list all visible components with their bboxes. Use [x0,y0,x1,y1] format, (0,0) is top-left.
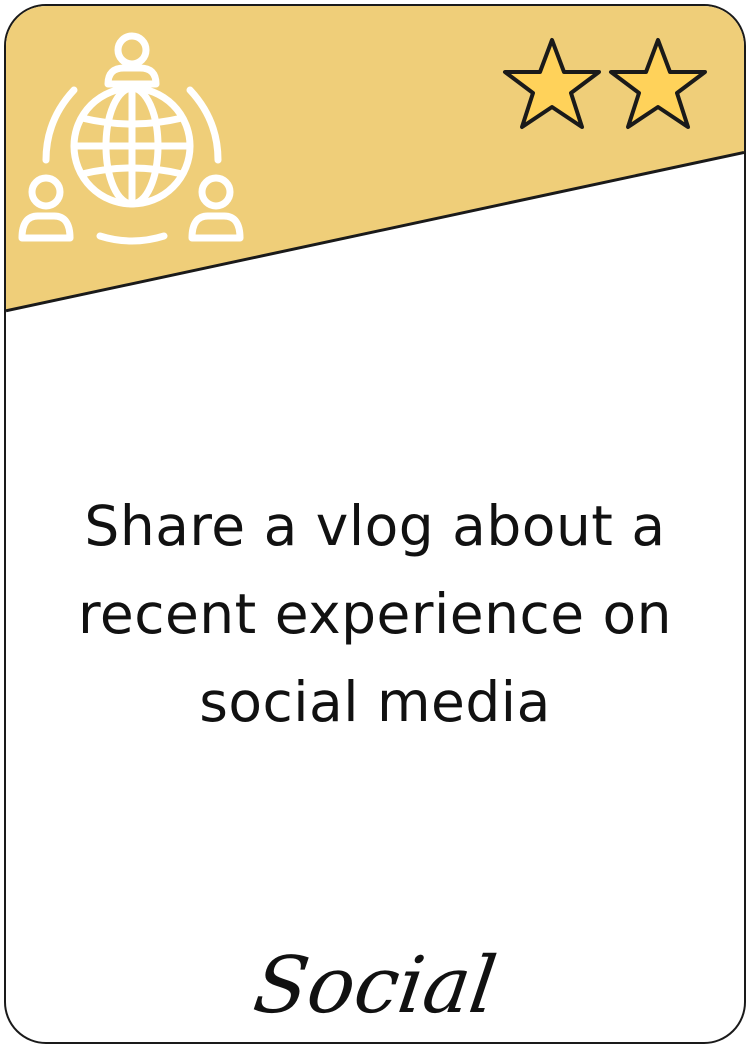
social-network-globe-icon [18,32,244,245]
star-icon [503,38,601,129]
activity-card: Share a vlog about a recent experience o… [4,4,746,1044]
difficulty-rating [502,36,708,132]
category-label: Social [248,941,502,1031]
star-icon [609,38,707,129]
card-prompt: Share a vlog about a recent experience o… [77,494,673,734]
